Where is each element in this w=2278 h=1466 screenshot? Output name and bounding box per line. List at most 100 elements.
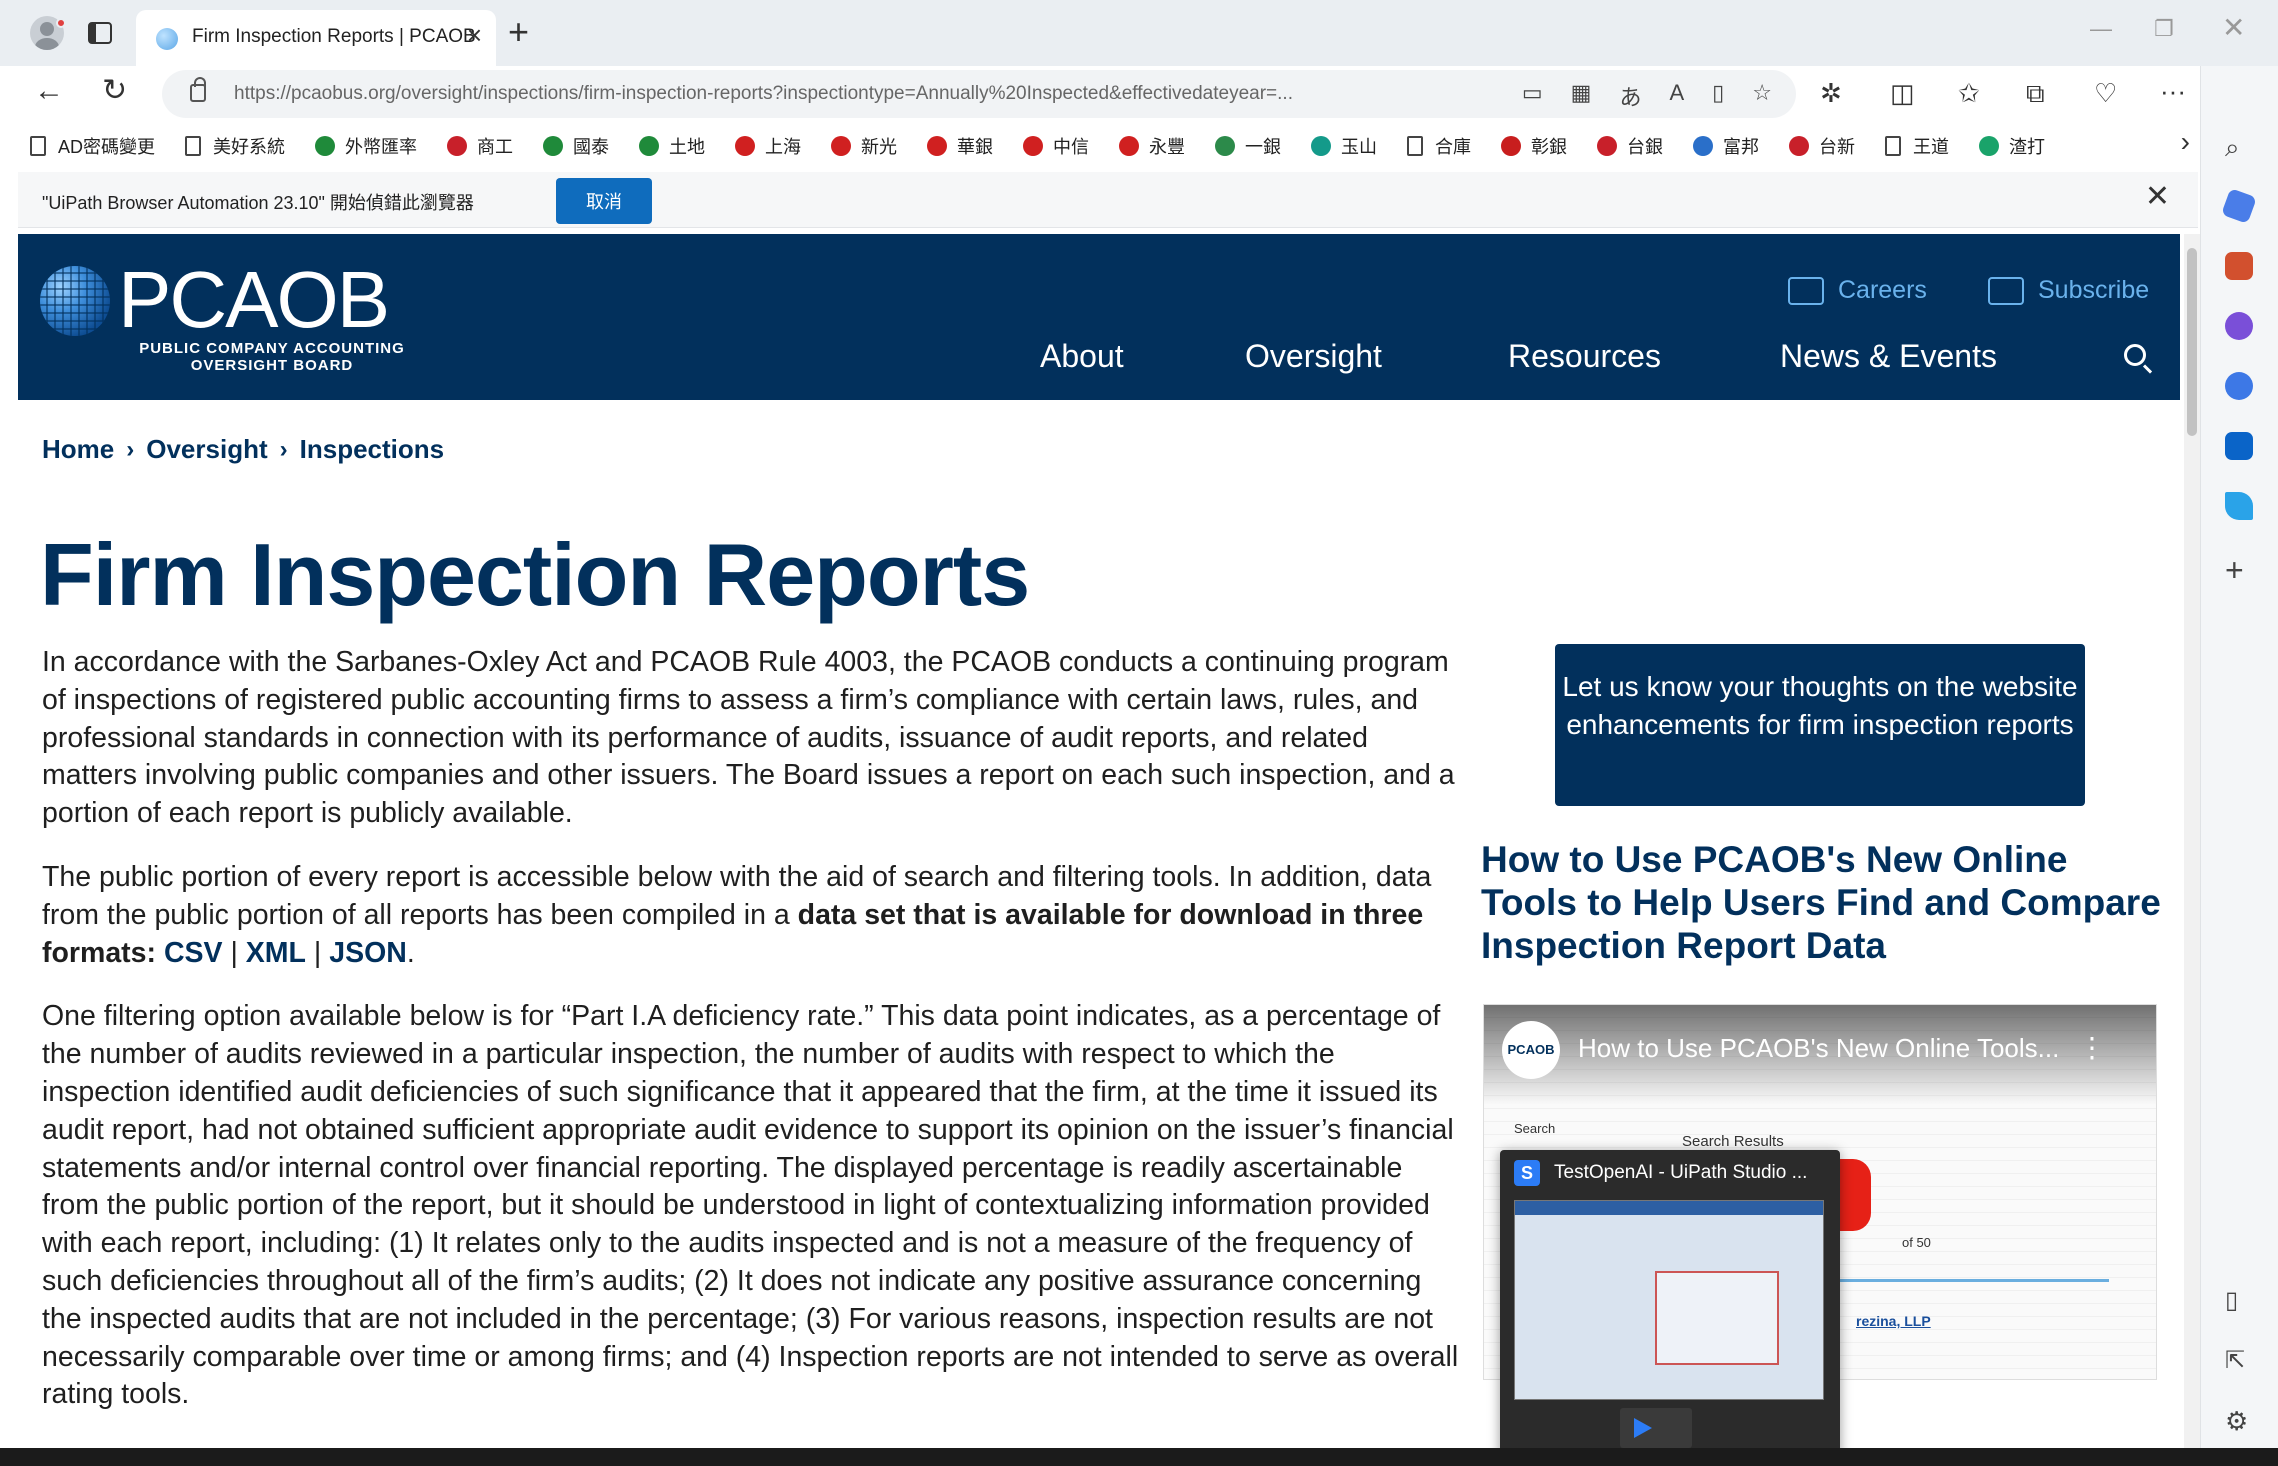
bookmark-item[interactable]: 土地 <box>639 133 705 159</box>
bookmark-item[interactable]: 新光 <box>831 133 897 159</box>
sidebar-m365-icon[interactable] <box>2225 372 2253 400</box>
bookmark-label: 商工 <box>477 137 514 157</box>
device-icon[interactable]: ▭ <box>1522 80 1543 112</box>
bookmark-item[interactable]: 玉山 <box>1311 133 1377 159</box>
sidebar-tag-icon[interactable] <box>2221 188 2257 224</box>
page-scrollbar[interactable] <box>2184 234 2200 1448</box>
nav-oversight[interactable]: Oversight <box>1245 338 1382 375</box>
bookmark-item[interactable]: 合庫 <box>1407 133 1471 159</box>
url-text[interactable]: https://pcaobus.org/oversight/inspection… <box>234 83 1594 105</box>
bookmark-item[interactable]: 渣打 <box>1979 133 2045 159</box>
play-icon[interactable] <box>1634 1418 1652 1438</box>
bookmark-item[interactable]: 一銀 <box>1215 133 1281 159</box>
mail-plus-icon <box>1988 276 2024 305</box>
sidebar-games-icon[interactable] <box>2225 312 2253 340</box>
bookmark-item[interactable]: 富邦 <box>1693 133 1759 159</box>
bookmark-item[interactable]: 王道 <box>1885 133 1949 159</box>
extensions-icon[interactable]: ✲ <box>1820 80 1842 106</box>
sidebar-settings-icon[interactable]: ⚙ <box>2225 1406 2253 1436</box>
howto-heading[interactable]: How to Use PCAOB's New Online Tools to H… <box>1481 838 2161 967</box>
bookmark-item[interactable]: 永豐 <box>1119 133 1185 159</box>
immersive-reader-icon[interactable]: ▯ <box>1712 80 1724 112</box>
collections-icon[interactable]: ⧉ <box>2026 80 2045 106</box>
bookmark-item[interactable]: 華銀 <box>927 133 993 159</box>
uipath-studio-preview[interactable]: S TestOpenAI - UiPath Studio ... <box>1500 1150 1840 1466</box>
video-channel-avatar[interactable]: PCAOB <box>1502 1021 1560 1079</box>
video-more-icon[interactable]: ⋮ <box>2078 1031 2106 1064</box>
bookmarks-more-icon[interactable]: › <box>2181 126 2190 158</box>
bookmark-label: 新光 <box>861 137 898 157</box>
page-scrollbar-thumb[interactable] <box>2187 248 2197 436</box>
infobar-close-icon[interactable]: ✕ <box>2145 182 2170 212</box>
tab-favicon-icon <box>156 28 178 50</box>
bookmark-item[interactable]: 美好系統 <box>185 133 285 159</box>
sidebar-search-icon[interactable]: ⌕ <box>2225 132 2253 162</box>
bookmark-item[interactable]: 商工 <box>447 133 513 159</box>
bookmark-favicon-icon <box>447 136 468 156</box>
breadcrumb-inspections[interactable]: Inspections <box>300 434 444 465</box>
sidebar-panel-icon[interactable]: ▯ <box>2225 1286 2253 1314</box>
sidebar-add-icon[interactable]: + <box>2225 552 2253 588</box>
tab-title: Firm Inspection Reports | PCAOB <box>192 26 476 47</box>
careers-link[interactable]: Careers <box>1788 276 1927 305</box>
refresh-icon[interactable]: ↻ <box>102 76 127 106</box>
new-tab-icon[interactable]: + <box>508 14 529 50</box>
favorites-icon[interactable]: ✩ <box>1958 80 1980 106</box>
apps-icon[interactable]: ▦ <box>1571 80 1592 112</box>
more-menu-icon[interactable]: ··· <box>2160 78 2186 104</box>
video-title[interactable]: How to Use PCAOB's New Online Tools... <box>1578 1033 2059 1064</box>
bookmark-item[interactable]: AD密碼變更 <box>30 133 155 159</box>
intro-paragraph-2: The public portion of every report is ac… <box>42 859 1462 972</box>
bookmark-item[interactable]: 彰銀 <box>1501 133 1567 159</box>
json-link[interactable]: JSON <box>329 937 407 969</box>
tab-active[interactable]: Firm Inspection Reports | PCAOB × <box>136 10 496 66</box>
breadcrumb-oversight[interactable]: Oversight <box>146 434 267 465</box>
uipath-play-control[interactable] <box>1620 1408 1692 1448</box>
nav-news-events[interactable]: News & Events <box>1780 338 1997 375</box>
pcaob-globe-logo-icon[interactable] <box>40 266 110 336</box>
favorite-star-icon[interactable]: ☆ <box>1752 80 1772 112</box>
sidebar-outlook-icon[interactable] <box>2225 432 2253 460</box>
translate-icon[interactable]: あ <box>1619 80 1641 112</box>
nav-resources[interactable]: Resources <box>1508 338 1661 375</box>
sidebar-tools-icon[interactable] <box>2225 252 2253 280</box>
address-bar[interactable]: https://pcaobus.org/oversight/inspection… <box>162 70 1796 118</box>
csv-link[interactable]: CSV <box>164 937 223 969</box>
bookmark-item[interactable]: 外幣匯率 <box>315 133 417 159</box>
uipath-preview-thumbnail[interactable] <box>1514 1200 1824 1400</box>
bookmark-item[interactable]: 上海 <box>735 133 801 159</box>
taskbar-strip <box>0 1448 2278 1466</box>
logo-wordmark[interactable]: PCAOB <box>118 260 390 340</box>
browser-essentials-icon[interactable]: ♡ <box>2094 80 2117 106</box>
bookmark-item[interactable]: 台新 <box>1789 133 1855 159</box>
xml-link[interactable]: XML <box>246 937 306 969</box>
tab-actions-icon[interactable] <box>88 22 112 44</box>
page-title: Firm Inspection Reports <box>40 525 1030 624</box>
tab-close-icon[interactable]: × <box>467 22 482 48</box>
site-search-icon[interactable] <box>2124 344 2146 366</box>
split-screen-icon[interactable]: ◫ <box>1890 80 1915 106</box>
bookmark-favicon-icon <box>1979 136 2000 156</box>
back-icon[interactable]: ← <box>34 76 64 106</box>
bookmark-label: 玉山 <box>1341 137 1378 157</box>
minimize-icon[interactable]: — <box>2090 18 2112 40</box>
nav-about[interactable]: About <box>1040 338 1124 375</box>
bookmark-label: 富邦 <box>1723 137 1760 157</box>
breadcrumb: Home › Oversight › Inspections <box>42 434 444 465</box>
sidebar-send-icon[interactable] <box>2225 492 2253 520</box>
sidebar-external-icon[interactable]: ⇱ <box>2225 1346 2253 1374</box>
feedback-button[interactable]: Let us know your thoughts on the website… <box>1555 644 2085 806</box>
intro-paragraph-3: One filtering option available below is … <box>42 1000 1459 1411</box>
read-aloud-icon[interactable]: A <box>1669 80 1684 112</box>
bookmark-item[interactable]: 中信 <box>1023 133 1089 159</box>
lock-icon[interactable] <box>190 77 206 102</box>
bookmark-item[interactable]: 台銀 <box>1597 133 1663 159</box>
bookmark-favicon-icon <box>1597 136 1618 156</box>
subscribe-link[interactable]: Subscribe <box>1988 276 2149 305</box>
bookmark-item[interactable]: 國泰 <box>543 133 609 159</box>
breadcrumb-home[interactable]: Home <box>42 434 114 465</box>
debug-infobar: "UiPath Browser Automation 23.10" 開始偵錯此瀏… <box>18 172 2198 228</box>
close-window-icon[interactable]: ✕ <box>2222 14 2245 42</box>
cancel-button[interactable]: 取消 <box>556 178 652 224</box>
maximize-icon[interactable]: ❐ <box>2154 18 2174 40</box>
